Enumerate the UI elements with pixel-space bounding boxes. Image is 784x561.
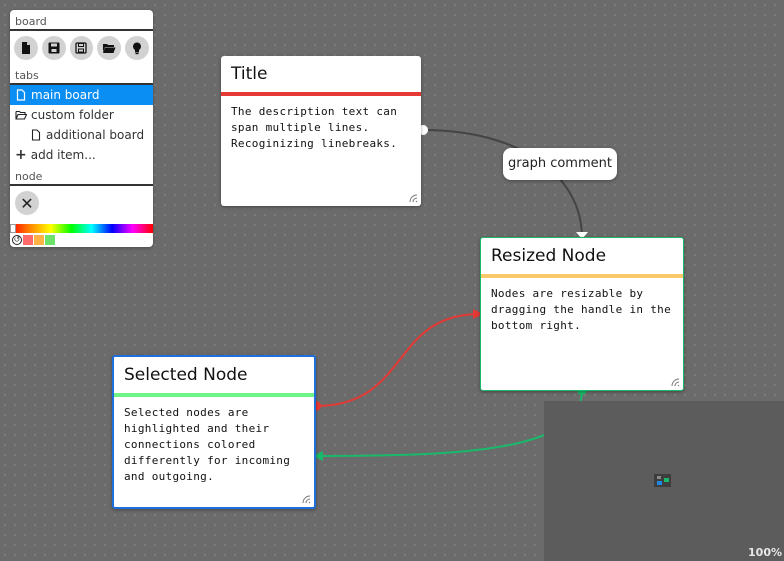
node-title-text[interactable]: Selected Node (114, 357, 314, 386)
new-board-button[interactable] (14, 36, 38, 60)
node-description[interactable]: The description text can span multiple l… (221, 96, 421, 160)
minimap-node (657, 481, 662, 485)
color-swatch-orange[interactable] (34, 235, 44, 245)
node-title-text[interactable]: Resized Node (481, 238, 683, 267)
tab-custom-folder[interactable]: custom folder (10, 105, 153, 125)
file-icon (31, 129, 41, 141)
add-item-button[interactable]: + add item... (10, 145, 153, 165)
file-icon (16, 89, 26, 101)
lightbulb-icon (133, 42, 142, 55)
node-resized[interactable]: Resized Node Nodes are resizable by drag… (480, 237, 684, 391)
color-swatch-red[interactable] (23, 235, 33, 245)
save-button[interactable] (41, 36, 66, 60)
minimap-node (664, 478, 669, 482)
tabs-section-header: tabs (10, 64, 153, 85)
minimap[interactable]: 100% (544, 401, 784, 561)
node-title[interactable]: Title The description text can span mult… (221, 56, 421, 206)
node-selected[interactable]: Selected Node Selected nodes are highlig… (112, 355, 316, 509)
color-slider-handle[interactable] (10, 224, 16, 233)
reset-color-icon[interactable]: ↺ (12, 235, 22, 245)
color-swatches: ↺ (12, 235, 55, 245)
connection-selected-to-resized[interactable] (315, 313, 481, 407)
hint-button[interactable] (125, 36, 149, 60)
resize-handle-icon[interactable] (670, 377, 680, 387)
side-panel: board tabs main board custom folder addi… (10, 10, 153, 247)
connection-title-to-resized[interactable] (422, 129, 583, 239)
color-slider[interactable] (10, 224, 153, 233)
save-as-button[interactable] (69, 36, 94, 60)
board-section-header: board (10, 10, 153, 31)
connection-resized-to-selected[interactable] (315, 389, 583, 457)
board-toolbar (10, 31, 153, 64)
open-folder-icon (103, 44, 116, 53)
minimap-node (657, 476, 661, 479)
node-section-header: node (10, 165, 153, 186)
tab-label: main board (31, 88, 100, 102)
graph-comment[interactable]: graph comment (503, 148, 617, 180)
node-title-text[interactable]: Title (221, 56, 421, 85)
save-icon (48, 42, 60, 54)
tab-additional-board[interactable]: additional board (10, 125, 153, 145)
resize-handle-icon[interactable] (408, 193, 418, 203)
resize-handle-icon[interactable] (301, 494, 311, 504)
new-file-icon (21, 42, 30, 54)
tab-main-board[interactable]: main board (10, 85, 153, 105)
save-as-icon (75, 42, 88, 54)
plus-icon: + (15, 147, 27, 163)
close-icon: ✕ (20, 193, 34, 213)
node-description[interactable]: Selected nodes are highlighted and their… (114, 397, 314, 493)
tab-label: additional board (46, 128, 145, 142)
tab-label: custom folder (31, 108, 114, 122)
node-description[interactable]: Nodes are resizable by dragging the hand… (481, 278, 683, 342)
folder-open-icon (15, 110, 27, 120)
open-button[interactable] (97, 36, 122, 60)
add-item-label: add item... (30, 148, 96, 162)
zoom-level: 100% (748, 546, 782, 559)
color-swatch-green[interactable] (45, 235, 55, 245)
delete-node-button[interactable]: ✕ (15, 191, 39, 215)
